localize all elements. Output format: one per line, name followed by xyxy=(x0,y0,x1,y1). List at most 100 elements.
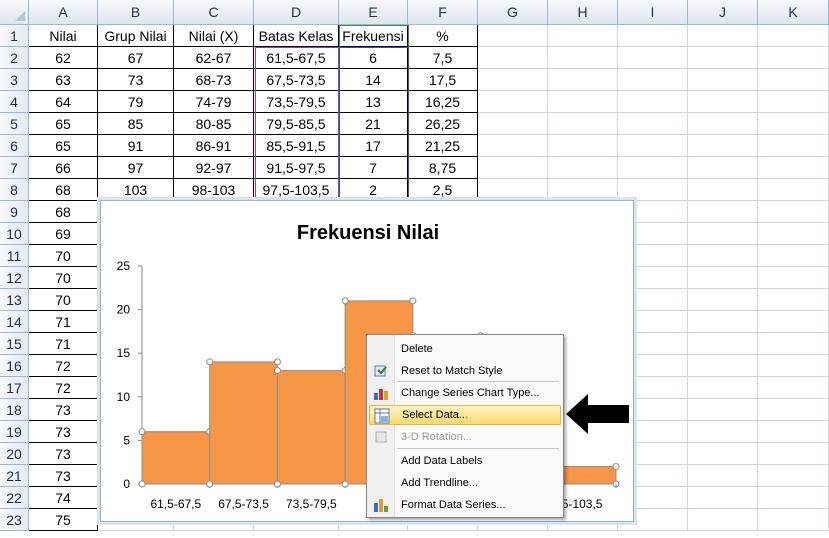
data-cell[interactable]: 91,5-97,5 xyxy=(254,157,339,179)
row-header-1[interactable]: 1 xyxy=(0,25,29,47)
cell[interactable] xyxy=(478,113,548,135)
data-cell[interactable]: 17,5 xyxy=(408,69,478,91)
menu-item-add-trendline[interactable]: Add Trendline... xyxy=(369,473,561,493)
row-header-14[interactable]: 14 xyxy=(0,311,29,333)
cell[interactable] xyxy=(548,47,618,69)
cell[interactable] xyxy=(688,135,758,157)
header-cell[interactable]: % xyxy=(408,25,478,47)
cell[interactable] xyxy=(548,179,618,201)
menu-item-add-data-labels[interactable]: Add Data Labels xyxy=(369,451,561,471)
cell[interactable] xyxy=(758,179,829,201)
cell[interactable] xyxy=(688,487,758,509)
data-cell[interactable]: 92-97 xyxy=(174,157,254,179)
data-cell[interactable]: 73 xyxy=(29,399,98,421)
select-all-corner[interactable] xyxy=(0,0,29,25)
header-cell[interactable]: Nilai xyxy=(29,25,98,47)
cell[interactable] xyxy=(758,377,829,399)
data-cell[interactable]: 16,25 xyxy=(408,91,478,113)
cell[interactable] xyxy=(548,91,618,113)
data-cell[interactable]: 61,5-67,5 xyxy=(254,47,339,69)
cell[interactable] xyxy=(548,135,618,157)
cell[interactable] xyxy=(758,91,829,113)
row-header-9[interactable]: 9 xyxy=(0,201,29,223)
row-header-21[interactable]: 21 xyxy=(0,465,29,487)
row-header-16[interactable]: 16 xyxy=(0,355,29,377)
data-cell[interactable]: 6 xyxy=(339,47,408,69)
row-header-12[interactable]: 12 xyxy=(0,267,29,289)
cell[interactable] xyxy=(618,135,688,157)
cell[interactable] xyxy=(758,201,829,223)
data-cell[interactable]: 66 xyxy=(29,157,98,179)
data-cell[interactable]: 26,25 xyxy=(408,113,478,135)
row-header-11[interactable]: 11 xyxy=(0,245,29,267)
data-cell[interactable]: 67,5-73,5 xyxy=(254,69,339,91)
cell[interactable] xyxy=(618,47,688,69)
cell[interactable] xyxy=(548,113,618,135)
data-cell[interactable]: 80-85 xyxy=(174,113,254,135)
row-header-5[interactable]: 5 xyxy=(0,113,29,135)
cell[interactable] xyxy=(758,25,829,47)
cell[interactable] xyxy=(758,267,829,289)
cell[interactable] xyxy=(478,135,548,157)
data-cell[interactable]: 74 xyxy=(29,487,98,509)
cell[interactable] xyxy=(758,333,829,355)
cell[interactable] xyxy=(478,91,548,113)
data-cell[interactable]: 73 xyxy=(98,69,174,91)
cell[interactable] xyxy=(758,245,829,267)
column-header-k[interactable]: K xyxy=(758,0,829,25)
cell[interactable] xyxy=(478,157,548,179)
row-header-23[interactable]: 23 xyxy=(0,509,29,531)
cell[interactable] xyxy=(548,157,618,179)
cell[interactable] xyxy=(688,443,758,465)
data-cell[interactable]: 21,25 xyxy=(408,135,478,157)
data-cell[interactable]: 70 xyxy=(29,289,98,311)
data-cell[interactable]: 73,5-79,5 xyxy=(254,91,339,113)
data-cell[interactable]: 70 xyxy=(29,245,98,267)
data-cell[interactable]: 72 xyxy=(29,377,98,399)
cell[interactable] xyxy=(758,223,829,245)
cell[interactable] xyxy=(688,421,758,443)
data-cell[interactable]: 98-103 xyxy=(174,179,254,201)
column-header-h[interactable]: H xyxy=(548,0,618,25)
cell[interactable] xyxy=(688,113,758,135)
menu-item-reset-to-match-style[interactable]: Reset to Match Style xyxy=(369,361,561,381)
data-cell[interactable]: 8,75 xyxy=(408,157,478,179)
cell[interactable] xyxy=(758,157,829,179)
header-cell[interactable]: Grup Nilai xyxy=(98,25,174,47)
cell[interactable] xyxy=(688,465,758,487)
cell[interactable] xyxy=(688,333,758,355)
column-header-a[interactable]: A xyxy=(29,0,98,25)
data-cell[interactable]: 68 xyxy=(29,179,98,201)
column-header-f[interactable]: F xyxy=(408,0,478,25)
cell[interactable] xyxy=(758,355,829,377)
cell[interactable] xyxy=(688,47,758,69)
data-cell[interactable]: 75 xyxy=(29,509,98,531)
cell[interactable] xyxy=(688,245,758,267)
data-cell[interactable]: 68-73 xyxy=(174,69,254,91)
data-cell[interactable]: 65 xyxy=(29,135,98,157)
row-header-19[interactable]: 19 xyxy=(0,421,29,443)
cell[interactable] xyxy=(758,69,829,91)
cell[interactable] xyxy=(758,113,829,135)
cell[interactable] xyxy=(688,157,758,179)
column-header-e[interactable]: E xyxy=(339,0,408,25)
data-cell[interactable]: 71 xyxy=(29,311,98,333)
data-cell[interactable]: 64 xyxy=(29,91,98,113)
column-header-g[interactable]: G xyxy=(478,0,548,25)
header-cell[interactable]: Frekuensi xyxy=(339,25,408,47)
data-cell[interactable]: 2,5 xyxy=(408,179,478,201)
data-cell[interactable]: 85,5-91,5 xyxy=(254,135,339,157)
row-header-18[interactable]: 18 xyxy=(0,399,29,421)
cell[interactable] xyxy=(688,355,758,377)
cell[interactable] xyxy=(688,267,758,289)
data-cell[interactable]: 7 xyxy=(339,157,408,179)
row-header-13[interactable]: 13 xyxy=(0,289,29,311)
cell[interactable] xyxy=(758,421,829,443)
data-cell[interactable]: 86-91 xyxy=(174,135,254,157)
row-header-4[interactable]: 4 xyxy=(0,91,29,113)
row-header-17[interactable]: 17 xyxy=(0,377,29,399)
menu-item-change-series-chart-type[interactable]: Change Series Chart Type... xyxy=(369,383,561,403)
data-cell[interactable]: 97,5-103,5 xyxy=(254,179,339,201)
header-cell[interactable]: Batas Kelas xyxy=(254,25,339,47)
row-header-8[interactable]: 8 xyxy=(0,179,29,201)
